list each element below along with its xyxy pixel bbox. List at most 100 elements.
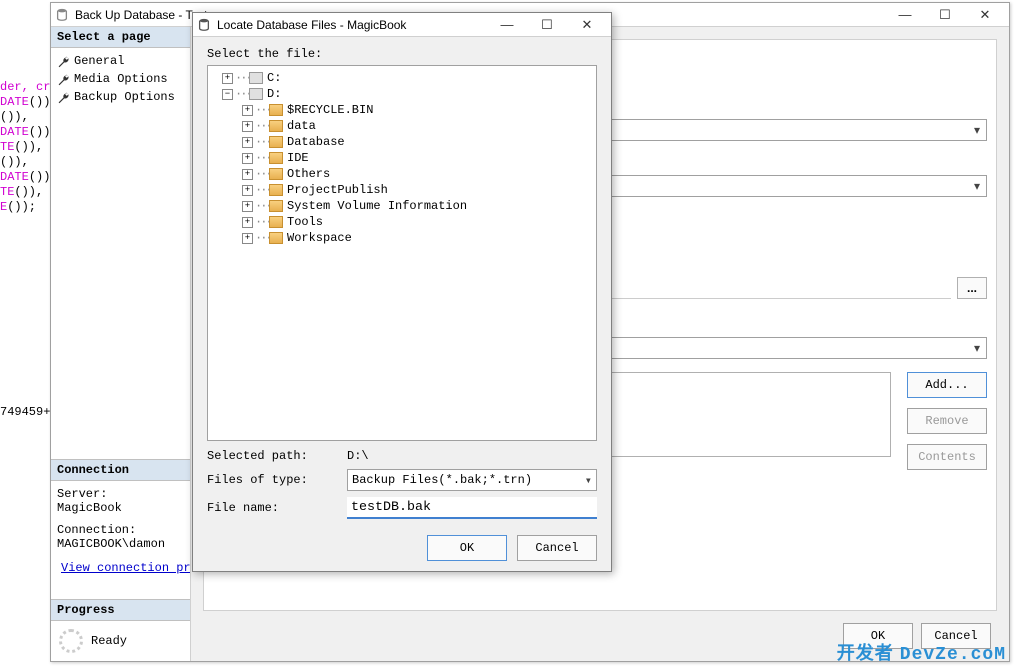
database-icon xyxy=(197,18,211,32)
drive-icon xyxy=(249,88,263,100)
tree-label: $RECYCLE.BIN xyxy=(287,103,373,117)
folder-icon xyxy=(269,184,283,196)
chevron-down-icon: ▾ xyxy=(585,473,592,488)
browse-button[interactable]: ... xyxy=(957,277,987,299)
contents-button[interactable]: Contents xyxy=(907,444,987,470)
file-type-label: Files of type: xyxy=(207,473,347,487)
tree-label: data xyxy=(287,119,316,133)
tree-node-folder[interactable]: +···Database xyxy=(208,134,596,150)
progress-status: Ready xyxy=(91,634,127,648)
expand-icon[interactable]: + xyxy=(242,105,253,116)
tree-node-folder[interactable]: +···ProjectPublish xyxy=(208,182,596,198)
expand-icon[interactable]: + xyxy=(242,169,253,180)
tree-label: Tools xyxy=(287,215,323,229)
folder-icon xyxy=(269,200,283,212)
close-button[interactable]: ✕ xyxy=(965,4,1005,26)
connection-header: Connection xyxy=(51,459,190,481)
modal-maximize-button[interactable]: ☐ xyxy=(527,14,567,36)
wrench-icon xyxy=(57,73,70,86)
connection-label: Connection: xyxy=(57,523,184,537)
file-name-input[interactable] xyxy=(347,497,597,519)
file-tree[interactable]: + ··· C: − ··· D: +···$RECYCLE.BIN +···d… xyxy=(207,65,597,441)
spinner-icon xyxy=(59,629,83,653)
file-name-label: File name: xyxy=(207,501,347,515)
expand-icon[interactable]: + xyxy=(242,217,253,228)
sidebar-item-backup-options[interactable]: Backup Options xyxy=(51,88,190,106)
minimize-button[interactable]: — xyxy=(885,4,925,26)
path-row-1 xyxy=(611,277,951,299)
expand-icon[interactable]: + xyxy=(242,153,253,164)
file-type-value: Backup Files(*.bak;*.trn) xyxy=(352,473,532,487)
sidebar-item-general[interactable]: General xyxy=(51,52,190,70)
collapse-icon[interactable]: − xyxy=(222,89,233,100)
modal-minimize-button[interactable]: — xyxy=(487,14,527,36)
modal-ok-button[interactable]: OK xyxy=(427,535,507,561)
file-type-combo[interactable]: Backup Files(*.bak;*.trn) ▾ xyxy=(347,469,597,491)
expand-icon[interactable]: + xyxy=(222,73,233,84)
tree-node-folder[interactable]: +···Tools xyxy=(208,214,596,230)
dropdown-1[interactable]: ▾ xyxy=(611,119,987,141)
watermark: 开发者DevZe.coM xyxy=(837,639,1006,665)
sidebar: Select a page General Media Options Back… xyxy=(51,27,191,661)
wrench-icon xyxy=(57,91,70,104)
code-editor-background: der, cr DATE()) ()), DATE()), TE()), ())… xyxy=(0,0,50,669)
wrench-icon xyxy=(57,55,70,68)
tree-node-d-drive[interactable]: − ··· D: xyxy=(208,86,596,102)
modal-title-text: Locate Database Files - MagicBook xyxy=(217,18,406,32)
expand-icon[interactable]: + xyxy=(242,121,253,132)
dropdown-2[interactable]: ▾ xyxy=(611,175,987,197)
database-icon xyxy=(55,8,69,22)
modal-cancel-button[interactable]: Cancel xyxy=(517,535,597,561)
expand-icon[interactable]: + xyxy=(242,185,253,196)
sidebar-item-label: Backup Options xyxy=(74,90,175,104)
connection-body: Server: MagicBook Connection: MAGICBOOK\… xyxy=(51,481,190,557)
add-button[interactable]: Add... xyxy=(907,372,987,398)
maximize-button[interactable]: ☐ xyxy=(925,4,965,26)
connection-name: MAGICBOOK\damon xyxy=(57,537,184,551)
tree-label: ProjectPublish xyxy=(287,183,388,197)
drive-icon xyxy=(249,72,263,84)
folder-icon xyxy=(269,168,283,180)
sidebar-item-media-options[interactable]: Media Options xyxy=(51,70,190,88)
main-title-text: Back Up Database - Test xyxy=(75,8,208,22)
folder-icon xyxy=(269,136,283,148)
sidebar-item-label: Media Options xyxy=(74,72,168,86)
modal-close-button[interactable]: ✕ xyxy=(567,14,607,36)
remove-button[interactable]: Remove xyxy=(907,408,987,434)
tree-node-folder[interactable]: +···System Volume Information xyxy=(208,198,596,214)
server-name: MagicBook xyxy=(57,501,184,515)
sidebar-item-label: General xyxy=(74,54,124,68)
tree-label: C: xyxy=(267,71,281,85)
tree-label: D: xyxy=(267,87,281,101)
expand-icon[interactable]: + xyxy=(242,233,253,244)
folder-icon xyxy=(269,232,283,244)
view-connection-text: View connection pr xyxy=(61,561,190,575)
select-page-header: Select a page xyxy=(51,27,190,48)
backup-list[interactable] xyxy=(611,372,891,457)
selected-path-label: Selected path: xyxy=(207,449,347,463)
folder-icon xyxy=(269,120,283,132)
select-file-label: Select the file: xyxy=(207,47,597,61)
tree-node-folder[interactable]: +···IDE xyxy=(208,150,596,166)
tree-node-folder[interactable]: +···data xyxy=(208,118,596,134)
path-row-2 xyxy=(611,317,987,339)
tree-node-folder[interactable]: +···Others xyxy=(208,166,596,182)
expand-icon[interactable]: + xyxy=(242,137,253,148)
folder-icon xyxy=(269,104,283,116)
tree-label: Workspace xyxy=(287,231,352,245)
view-connection-link[interactable]: View connection pr xyxy=(51,557,190,579)
tree-label: IDE xyxy=(287,151,309,165)
tree-label: Others xyxy=(287,167,330,181)
folder-icon xyxy=(269,152,283,164)
expand-icon[interactable]: + xyxy=(242,201,253,212)
server-label: Server: xyxy=(57,487,184,501)
tree-label: System Volume Information xyxy=(287,199,467,213)
tree-node-c-drive[interactable]: + ··· C: xyxy=(208,70,596,86)
dropdown-3[interactable]: ▾ xyxy=(611,337,987,359)
tree-node-folder[interactable]: +···$RECYCLE.BIN xyxy=(208,102,596,118)
progress-header: Progress xyxy=(51,599,190,621)
folder-icon xyxy=(269,216,283,228)
tree-label: Database xyxy=(287,135,345,149)
selected-path-value: D:\ xyxy=(347,449,597,463)
tree-node-folder[interactable]: +···Workspace xyxy=(208,230,596,246)
